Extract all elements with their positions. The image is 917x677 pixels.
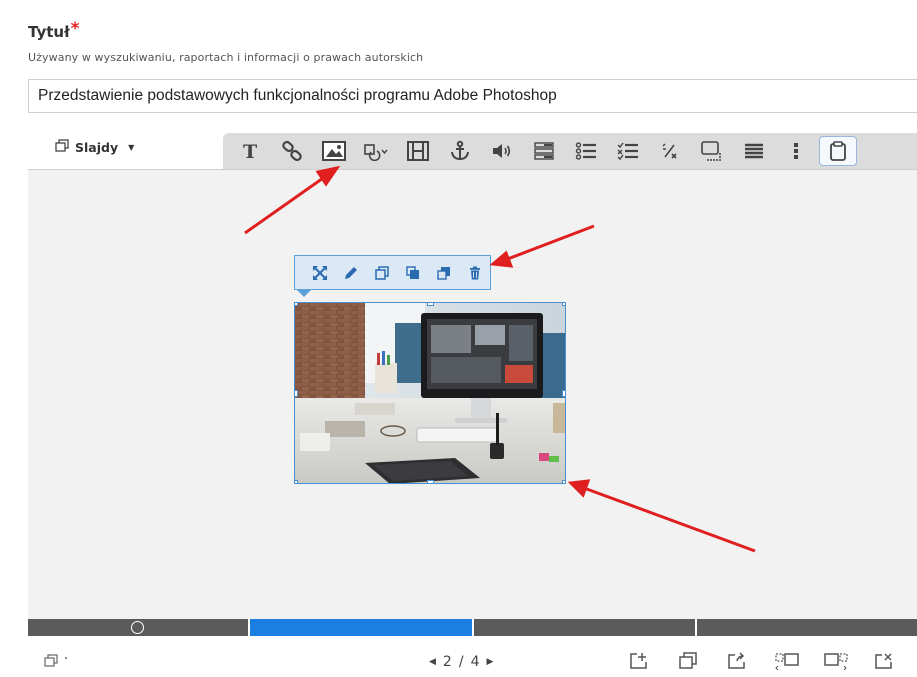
title-helper-text: Używany w wyszukiwaniu, raportach i info… [28,51,424,64]
slide-timeline [28,619,917,636]
edit-icon[interactable] [335,261,366,285]
resize-handle-top-right[interactable] [562,303,565,306]
resize-handle-top-left[interactable] [295,303,298,306]
timeline-segment-4[interactable] [697,619,917,636]
resize-handle-bottom-right[interactable] [562,480,565,483]
link-icon[interactable] [273,136,311,166]
bottom-bar: ◀ 2 / 4 ▶ [0,640,917,677]
playhead-circle[interactable] [131,621,144,634]
form-icon[interactable] [525,136,563,166]
resize-handle-left[interactable] [295,390,298,397]
clipboard-icon[interactable] [819,136,857,166]
copy-icon[interactable] [366,261,397,285]
delete-slide-icon[interactable] [873,652,895,670]
text-icon[interactable]: T [231,136,269,166]
svg-text:T: T [243,141,257,161]
slide-left-icon[interactable] [774,652,800,670]
title-input[interactable]: Przedstawienie podstawowych funkcjonalno… [28,79,917,113]
video-icon[interactable] [399,136,437,166]
chevron-down-icon: ▼ [128,142,135,152]
more-icon[interactable] [777,136,815,166]
fraction-icon[interactable] [651,136,689,166]
title-label: Tytuł* [28,19,80,42]
duplicate-slide-icon[interactable] [677,652,699,670]
add-slide-icon[interactable] [628,652,650,670]
slides-dropdown-label: Slajdy [75,139,119,155]
selected-image[interactable] [294,302,566,484]
slide-right-icon[interactable] [823,652,849,670]
required-marker: * [70,19,80,39]
resize-handle-right[interactable] [562,390,565,397]
anchor-icon[interactable] [441,136,479,166]
slides-dropdown[interactable]: Slajdy ▼ [55,137,134,157]
prev-slide-icon[interactable]: ◀ [429,657,436,667]
image-icon[interactable] [315,136,353,166]
hotspot-icon[interactable] [693,136,731,166]
slides-menu-icon[interactable] [42,652,72,670]
timeline-segment-1[interactable] [28,619,248,636]
workspace-photo [295,303,565,483]
slides-icon [55,139,69,155]
timeline-segment-3[interactable] [474,619,695,636]
import-slide-icon[interactable] [726,652,748,670]
bring-forward-icon[interactable] [397,261,428,285]
timeline-segment-2[interactable] [250,619,472,636]
pagination-separator: / [458,654,464,670]
align-icon[interactable] [735,136,773,166]
fullscreen-icon[interactable] [304,261,335,285]
image-context-toolbar [294,255,491,297]
total-slide-number: 4 [470,654,480,670]
delete-icon[interactable] [459,261,490,285]
editor-toolbar: T [223,133,917,169]
current-slide-number: 2 [442,654,452,670]
send-backward-icon[interactable] [428,261,459,285]
resize-handle-bottom[interactable] [427,480,434,483]
shape-icon[interactable] [357,136,395,166]
list-icon[interactable] [567,136,605,166]
slide-pagination: ◀ 2 / 4 ▶ [429,654,493,670]
resize-handle-top[interactable] [427,303,434,306]
resize-handle-bottom-left[interactable] [295,480,298,483]
next-slide-icon[interactable]: ▶ [486,657,493,667]
title-label-text: Tytuł [28,23,70,41]
audio-icon[interactable] [483,136,521,166]
checklist-icon[interactable] [609,136,647,166]
